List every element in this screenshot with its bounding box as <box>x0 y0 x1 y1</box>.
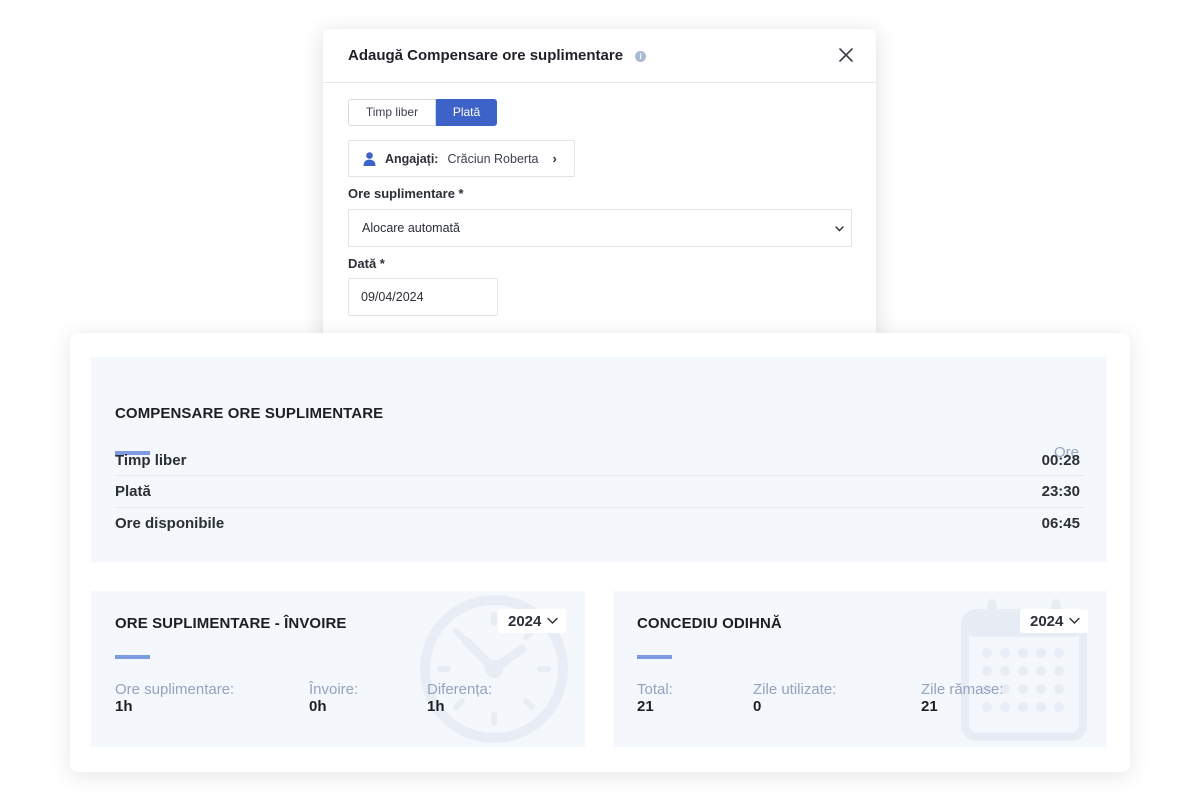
employee-label: Angajați: <box>385 151 439 166</box>
stat-value: 0 <box>753 698 762 715</box>
employee-name: Crăciun Roberta <box>447 151 539 166</box>
date-field-label: Dată * <box>348 256 385 271</box>
row-label: Timp liber <box>115 451 187 469</box>
employee-selector[interactable]: Angajați: Crăciun Roberta › <box>348 140 575 177</box>
stat-value: 1h <box>115 698 133 715</box>
table-row: Ore disponibile 06:45 <box>115 507 1084 539</box>
stat-leave: Învoire: 0h <box>309 681 358 715</box>
row-label: Ore disponibile <box>115 515 225 532</box>
dialog-header: Adaugă Compensare ore suplimentare i <box>323 29 876 83</box>
tab-plata[interactable]: Plată <box>436 99 497 126</box>
row-value: 00:28 <box>1041 451 1080 469</box>
table-row: Timp liber 00:28 <box>115 444 1084 476</box>
stat-days-used: Zile utilizate: 0 <box>753 681 836 715</box>
dialog-title: Adaugă Compensare ore suplimentare <box>348 47 624 64</box>
stat-days-remaining: Zile rămase: 21 <box>921 681 1004 715</box>
close-icon[interactable] <box>837 46 855 64</box>
info-icon[interactable]: i <box>635 51 647 62</box>
stat-difference: Diferența: 1h <box>427 681 492 715</box>
row-value: 23:30 <box>1041 483 1080 500</box>
user-icon <box>363 151 376 166</box>
stat-label: Învoire: <box>309 681 359 698</box>
overtime-leave-title: ORE SUPLIMENTARE - ÎNVOIRE <box>115 615 347 632</box>
vacation-panel: CONCEDIU ODIHNĂ 2024 Total: 21 Zile util… <box>613 591 1107 747</box>
stat-value: 21 <box>637 698 654 715</box>
stat-total: Total: 21 <box>637 681 673 715</box>
accent-bar <box>637 655 672 659</box>
stat-label: Zile rămase: <box>921 681 1004 698</box>
stat-value: 0h <box>309 698 327 715</box>
compensation-panel: COMPENSARE ORE SUPLIMENTARE Ore Timp lib… <box>91 357 1107 562</box>
compensation-type-toggle: Timp liber Plată <box>348 99 497 126</box>
stat-label: Ore suplimentare: <box>115 681 235 698</box>
table-row: Plată 23:30 <box>115 475 1084 507</box>
year-select[interactable]: 2024 <box>1020 609 1088 633</box>
year-value: 2024 <box>508 612 542 630</box>
stat-label: Zile utilizate: <box>753 681 837 698</box>
stat-value: 1h <box>427 698 445 715</box>
stat-label: Total: <box>637 681 673 698</box>
date-input[interactable]: 09/04/2024 <box>348 278 498 316</box>
accent-bar <box>115 655 150 659</box>
overtime-select-value: Alocare automată <box>362 221 460 235</box>
chevron-right-icon: › <box>552 151 557 166</box>
add-overtime-compensation-dialog: Adaugă Compensare ore suplimentare i Tim… <box>323 29 876 349</box>
chevron-down-icon <box>835 226 844 232</box>
chevron-down-icon <box>1069 617 1080 624</box>
overtime-field-label: Ore suplimentare * <box>348 186 464 201</box>
overtime-leave-panel: ORE SUPLIMENTARE - ÎNVOIRE 2024 Ore supl… <box>91 591 585 747</box>
compensation-title: COMPENSARE ORE SUPLIMENTARE <box>115 405 384 422</box>
row-label: Plată <box>115 483 151 500</box>
year-select[interactable]: 2024 <box>498 609 566 633</box>
overtime-select[interactable]: Alocare automată <box>348 209 852 247</box>
stat-value: 21 <box>921 698 938 715</box>
row-value: 06:45 <box>1041 515 1080 532</box>
year-value: 2024 <box>1030 612 1064 630</box>
stat-overtime: Ore suplimentare: 1h <box>115 681 234 715</box>
chevron-down-icon <box>547 617 558 624</box>
overtime-summary-card: COMPENSARE ORE SUPLIMENTARE Ore Timp lib… <box>70 333 1130 772</box>
vacation-title: CONCEDIU ODIHNĂ <box>637 615 782 632</box>
stat-label: Diferența: <box>427 681 493 698</box>
tab-timp-liber[interactable]: Timp liber <box>348 99 436 126</box>
